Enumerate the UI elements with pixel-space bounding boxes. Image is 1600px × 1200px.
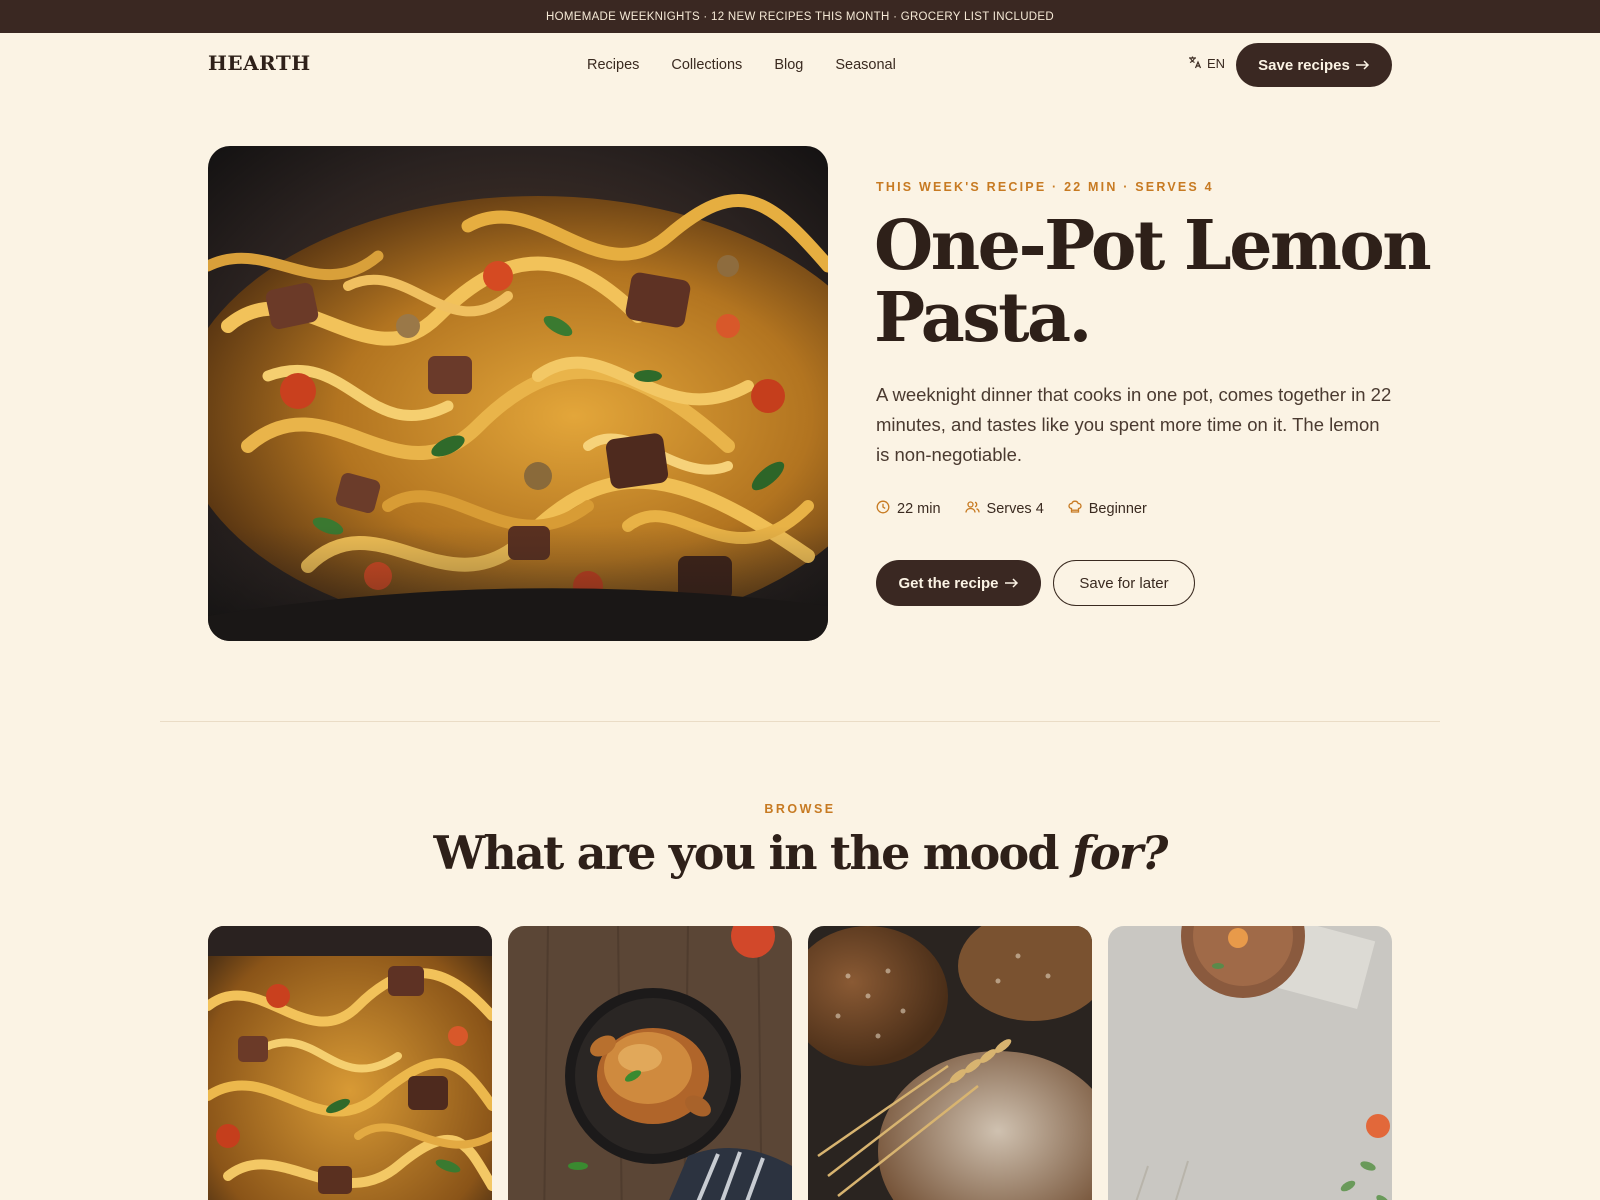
hero-title: One-Pot Lemon Pasta. — [874, 210, 1434, 354]
translate-icon — [1188, 55, 1202, 72]
announcement-bar: HOMEMADE WEEKNIGHTS · 12 NEW RECIPES THI… — [0, 0, 1600, 33]
language-label: EN — [1207, 56, 1226, 71]
browse-title-italic: for? — [1072, 826, 1168, 880]
category-card-desserts[interactable] — [1108, 926, 1392, 1200]
hero-description: A weeknight dinner that cooks in one pot… — [876, 384, 1392, 465]
hero-kicker: THIS WEEK'S RECIPE · 22 MIN · SERVES 4 — [876, 180, 1214, 194]
meta-level: Beginner — [1068, 500, 1147, 518]
site-header: HEARTH Recipes Collections Blog Seasonal… — [0, 33, 1600, 97]
browse-kicker: BROWSE — [764, 802, 836, 816]
main-nav: Recipes Collections Blog Seasonal — [587, 33, 896, 97]
get-recipe-button[interactable]: Get the recipe — [876, 560, 1041, 606]
chef-hat-icon — [1068, 500, 1082, 518]
get-recipe-label: Get the recipe — [898, 574, 999, 592]
meta-serves-label: Serves 4 — [986, 501, 1044, 517]
category-card-pasta[interactable] — [208, 926, 492, 1200]
category-card-bread[interactable] — [808, 926, 1092, 1200]
meta-serves: Serves 4 — [964, 500, 1044, 518]
hero-title-line-2: Pasta. — [874, 278, 1092, 358]
nav-seasonal[interactable]: Seasonal — [835, 57, 895, 73]
category-card-roast[interactable] — [508, 926, 792, 1200]
save-for-later-button[interactable]: Save for later — [1053, 560, 1195, 606]
nav-blog[interactable]: Blog — [774, 57, 803, 73]
save-recipes-label: Save recipes — [1258, 56, 1350, 74]
users-icon — [964, 500, 980, 518]
meta-time-label: 22 min — [897, 501, 941, 517]
meta-level-label: Beginner — [1088, 501, 1147, 517]
logo[interactable]: HEARTH — [208, 51, 311, 75]
arrow-right-icon — [1355, 57, 1370, 74]
hero-title-line-1: One-Pot Lemon — [874, 206, 1432, 286]
browse-title-main: What are you in the mood — [433, 826, 1073, 880]
save-recipes-button[interactable]: Save recipes — [1236, 43, 1392, 87]
browse-title: What are you in the mood for? — [0, 826, 1600, 880]
category-cards — [208, 926, 1392, 1200]
recipe-meta: 22 min Serves 4 Beginner — [876, 500, 1147, 518]
hero-image — [208, 146, 828, 641]
language-switcher[interactable]: EN — [1188, 55, 1225, 72]
arrow-right-icon — [1004, 575, 1019, 592]
section-divider — [160, 721, 1440, 722]
clock-icon — [876, 500, 890, 518]
nav-recipes[interactable]: Recipes — [587, 57, 639, 73]
nav-collections[interactable]: Collections — [671, 57, 742, 73]
meta-time: 22 min — [876, 500, 941, 518]
